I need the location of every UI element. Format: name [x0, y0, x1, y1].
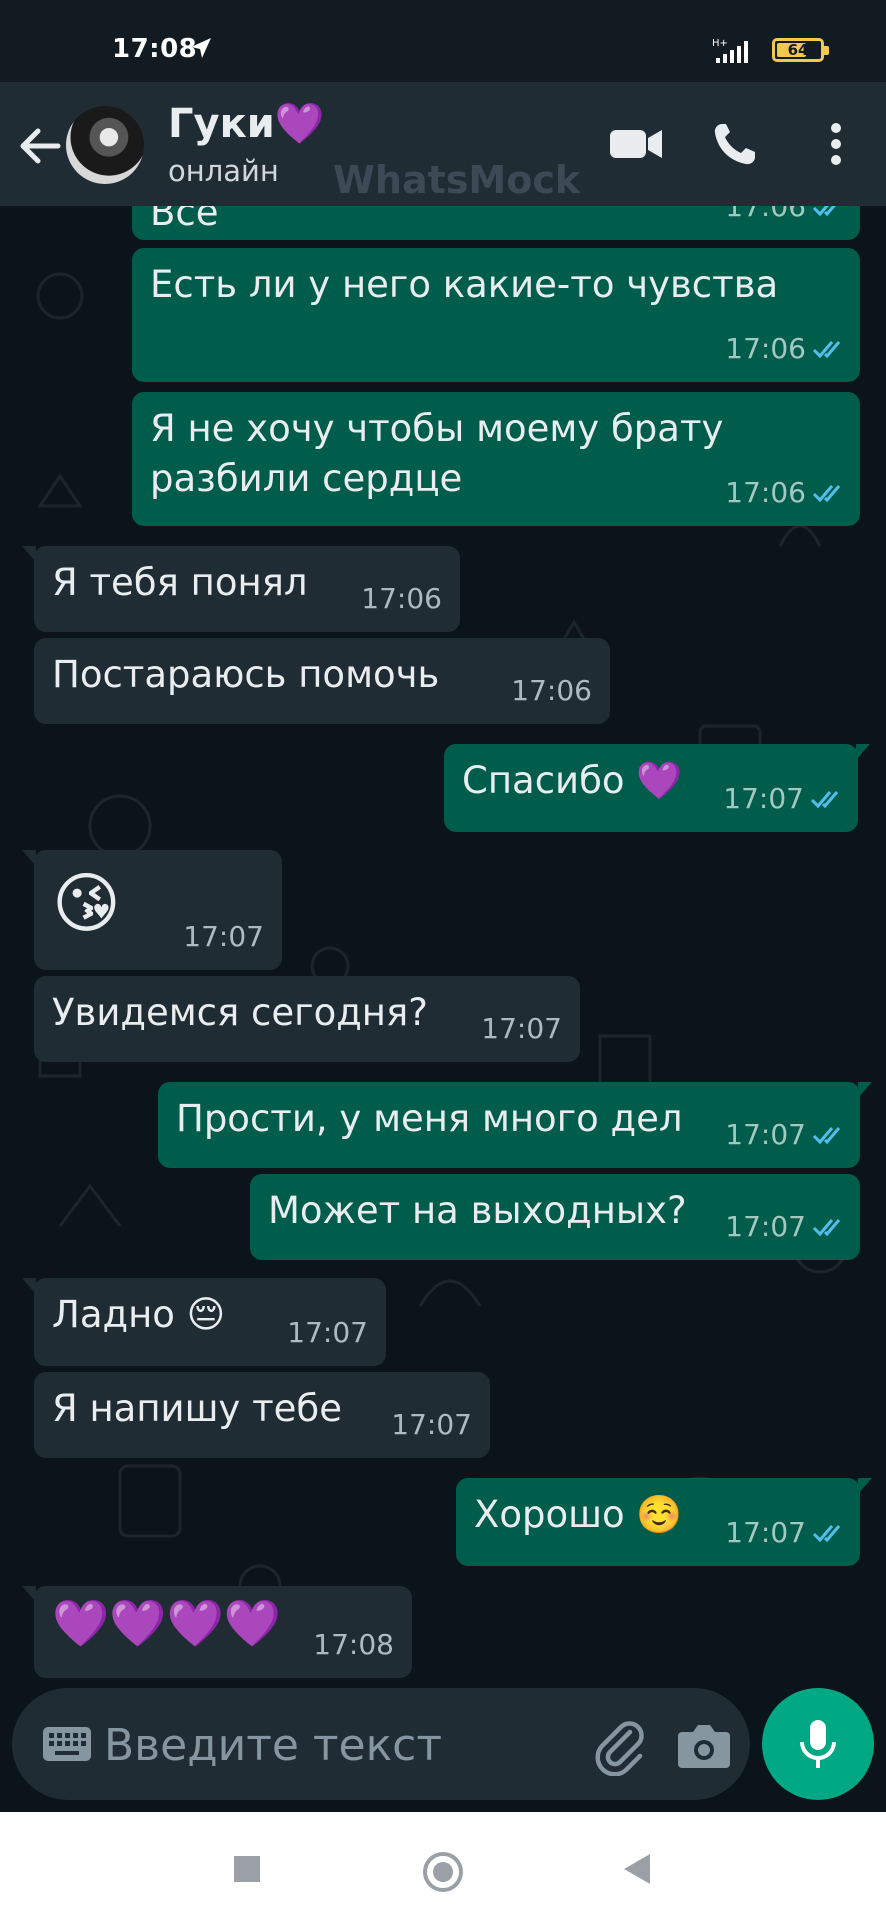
message-bubble-incoming[interactable]: 💜💜💜💜 17:08: [22, 1586, 412, 1678]
battery-level: 64: [787, 41, 809, 59]
mic-icon: [800, 1720, 836, 1768]
message-time: 17:08: [313, 1628, 394, 1661]
message-bubble-incoming[interactable]: Ладно 😔 17:07: [22, 1278, 386, 1366]
read-ticks-icon: [812, 341, 841, 359]
read-ticks-icon: [812, 1219, 841, 1237]
read-ticks-icon: [810, 791, 839, 809]
avatar[interactable]: [66, 106, 144, 184]
message-time: 17:06: [725, 206, 806, 223]
message-time: 17:07: [183, 920, 264, 953]
contact-name[interactable]: Гуки💜: [168, 101, 325, 147]
signal-icon: H+: [712, 38, 748, 63]
message-bubble-incoming[interactable]: Постараюсь помочь 17:06: [34, 638, 610, 724]
keyboard-icon[interactable]: [42, 1726, 92, 1762]
message-time: 17:06: [725, 476, 806, 509]
home-icon[interactable]: [421, 1850, 465, 1894]
message-composer: [12, 1688, 750, 1800]
attach-icon[interactable]: [590, 1716, 650, 1776]
back-arrow-icon[interactable]: [14, 122, 66, 170]
system-nav-bar: [0, 1812, 886, 1920]
read-ticks-icon: [812, 1127, 841, 1145]
message-time: 17:07: [725, 1118, 806, 1151]
message-time: 17:07: [723, 782, 804, 815]
message-text: Есть ли у него какие-то чувства: [150, 263, 779, 306]
message-time: 17:06: [511, 674, 592, 707]
message-time: 17:06: [725, 332, 806, 365]
read-ticks-icon: [812, 485, 841, 503]
chat-header: Гуки💜 онлайн WhatsMock: [0, 82, 886, 206]
svg-text:H+: H+: [712, 38, 728, 49]
status-bar: 17:08 H+ 64: [0, 0, 886, 82]
message-text: Я не хочу чтобы моему брату разбили серд…: [150, 407, 724, 500]
message-list[interactable]: Все 17:06 Есть ли у него какие-то чувств…: [0, 206, 886, 1688]
contact-status: онлайн: [168, 154, 279, 188]
back-nav-icon[interactable]: [622, 1852, 652, 1886]
message-time: 17:07: [481, 1012, 562, 1045]
location-arrow-icon: [191, 38, 211, 58]
message-bubble-outgoing[interactable]: Все 17:06: [132, 206, 860, 240]
message-bubble-outgoing[interactable]: Спасибо 💜 17:07: [444, 744, 870, 832]
message-bubble-outgoing[interactable]: Может на выходных? 17:07: [250, 1174, 860, 1260]
message-bubble-incoming[interactable]: Увидемся сегодня? 17:07: [34, 976, 580, 1062]
contact-title[interactable]: Гуки💜: [168, 100, 325, 147]
recent-apps-icon[interactable]: [232, 1854, 262, 1884]
more-vert-icon[interactable]: [816, 116, 856, 172]
message-bubble-outgoing[interactable]: Есть ли у него какие-то чувства 17:06: [132, 248, 860, 382]
message-time: 17:06: [361, 582, 442, 615]
mic-button[interactable]: [762, 1688, 874, 1800]
message-bubble-outgoing[interactable]: Прости, у меня много дел 17:07: [158, 1082, 872, 1168]
read-ticks-icon: [812, 1525, 841, 1543]
message-bubble-incoming[interactable]: 😘 17:07: [22, 850, 282, 970]
message-time: 17:07: [287, 1316, 368, 1349]
battery-icon: 64: [772, 38, 829, 62]
message-time: 17:07: [725, 1210, 806, 1243]
read-ticks-icon: [812, 206, 836, 217]
message-input[interactable]: [102, 1712, 566, 1778]
message-time: 17:07: [725, 1516, 806, 1549]
message-time: 17:07: [391, 1408, 472, 1441]
camera-icon[interactable]: [676, 1720, 732, 1770]
video-call-icon[interactable]: [606, 116, 666, 172]
phone-icon[interactable]: [706, 116, 766, 172]
message-bubble-incoming[interactable]: Я напишу тебе 17:07: [34, 1372, 490, 1458]
message-bubble-outgoing[interactable]: Я не хочу чтобы моему брату разбили серд…: [132, 392, 860, 526]
watermark: WhatsMock: [333, 158, 581, 202]
message-bubble-outgoing[interactable]: Хорошо ☺️ 17:07: [456, 1478, 872, 1566]
message-bubble-incoming[interactable]: Я тебя понял 17:06: [22, 546, 460, 632]
status-time: 17:08: [112, 34, 198, 64]
